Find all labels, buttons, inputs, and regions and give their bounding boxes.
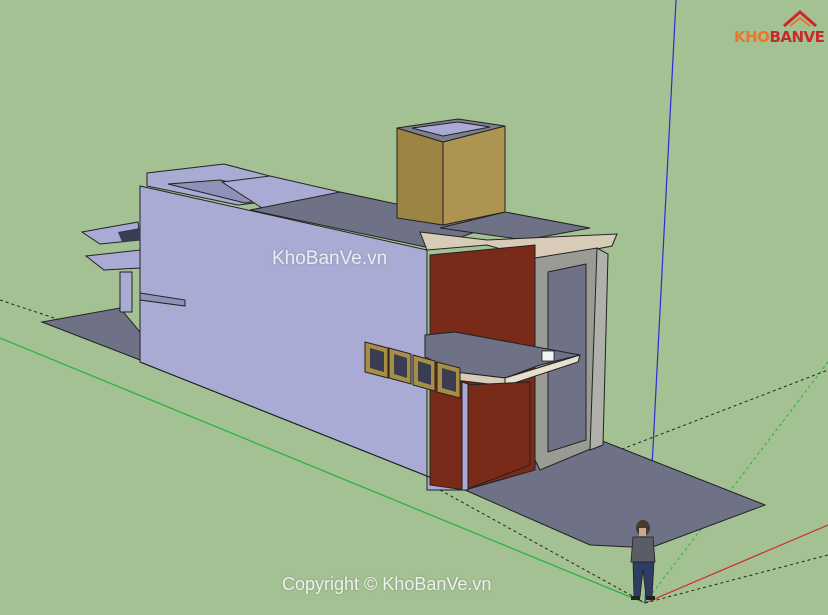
canopy-column xyxy=(119,271,133,313)
figure-legs xyxy=(632,561,655,598)
figure-torso xyxy=(630,536,656,563)
khobanve-logo: KHOBANVE xyxy=(734,10,825,54)
figure-shoe-right xyxy=(646,596,655,600)
logo-part1: KHO xyxy=(734,28,770,46)
window-1-glass xyxy=(370,348,384,372)
watermark-text: KhoBanVe.vn xyxy=(272,248,388,269)
balcony-white-block xyxy=(541,350,555,362)
figure-face xyxy=(639,528,646,536)
chimney xyxy=(396,118,506,226)
canopy-lower xyxy=(84,249,141,271)
window-3-glass xyxy=(418,361,431,385)
ground-slab-left xyxy=(40,307,141,361)
window-4-glass xyxy=(442,368,456,392)
logo-part2: BANVE xyxy=(769,28,825,46)
black-dashed-line-front xyxy=(644,554,828,604)
chimney-left-face xyxy=(396,127,444,226)
window-2-glass xyxy=(394,354,407,378)
figure-shoe-left xyxy=(631,596,640,600)
sketchup-viewport[interactable]: KHOBANVE KhoBanVe.vn Copyright © KhoBanV… xyxy=(0,0,828,615)
logo-text: KHOBANVE xyxy=(734,28,825,46)
3d-scene[interactable] xyxy=(0,0,828,615)
ground-floor-side-face xyxy=(461,381,469,491)
copyright-text: Copyright © KhoBanVe.vn xyxy=(282,574,492,594)
chimney-right-face xyxy=(442,125,506,226)
